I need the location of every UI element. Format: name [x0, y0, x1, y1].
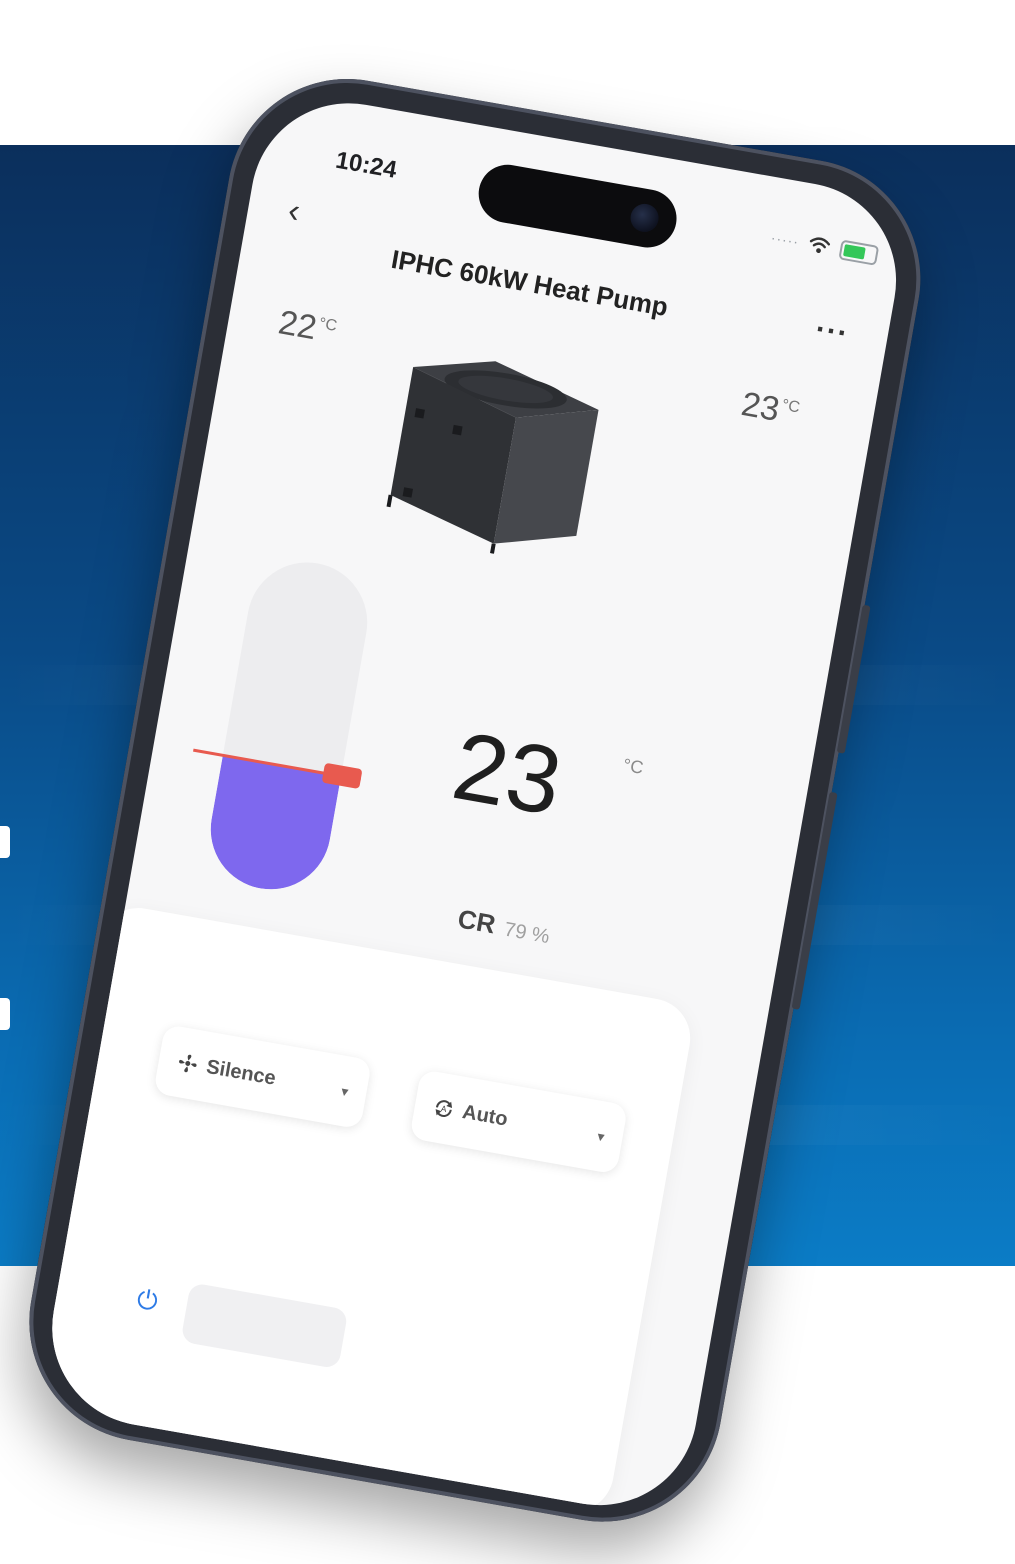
status-icons: ····· — [769, 227, 880, 266]
temperature-slider[interactable] — [201, 552, 377, 899]
chevron-down-icon: ▾ — [596, 1127, 606, 1145]
inlet-temperature-unit: °C — [317, 314, 339, 335]
fan-mode-dropdown[interactable]: Silence ▾ — [153, 1023, 373, 1130]
outlet-temperature: 23°C — [738, 385, 802, 433]
temperature-slider-fill — [201, 754, 342, 899]
device-title: IPHC 60kW Heat Pump — [389, 243, 671, 323]
capacity-readout: CR 79 % — [455, 903, 552, 950]
inlet-temperature-value: 22 — [275, 303, 320, 348]
fan-mode-label: Silence — [204, 1055, 278, 1090]
capacity-value: 79 % — [502, 918, 552, 949]
dynamic-island — [474, 160, 682, 253]
back-button[interactable]: ‹ — [285, 191, 303, 230]
setpoint-unit: °C — [621, 754, 645, 778]
capacity-label: CR — [455, 903, 498, 940]
wifi-icon — [810, 237, 831, 254]
setpoint-temperature: 23 — [445, 712, 570, 836]
heat-pump-image — [386, 361, 599, 554]
battery-icon — [838, 239, 880, 266]
run-mode-dropdown[interactable]: A Auto ▾ — [409, 1069, 629, 1175]
more-options-button[interactable]: ··· — [813, 313, 851, 352]
outlet-temperature-value: 23 — [738, 384, 783, 429]
power-icon[interactable]: ⏻ — [134, 1283, 160, 1318]
run-mode-label: Auto — [460, 1100, 510, 1131]
edge-marker — [0, 998, 10, 1030]
edge-marker — [0, 826, 10, 858]
signal-icon: ····· — [769, 229, 801, 250]
fan-icon — [179, 1054, 197, 1073]
chevron-down-icon: ▾ — [340, 1082, 350, 1100]
status-time: 10:24 — [333, 146, 399, 184]
camera-icon — [628, 201, 661, 235]
outlet-temperature-unit: °C — [780, 396, 802, 417]
battery-level — [843, 244, 866, 260]
inlet-temperature: 22°C — [275, 303, 339, 351]
auto-mode-icon: A — [435, 1100, 453, 1117]
bottom-control-tab[interactable] — [180, 1282, 349, 1370]
svg-text:A: A — [440, 1104, 447, 1114]
